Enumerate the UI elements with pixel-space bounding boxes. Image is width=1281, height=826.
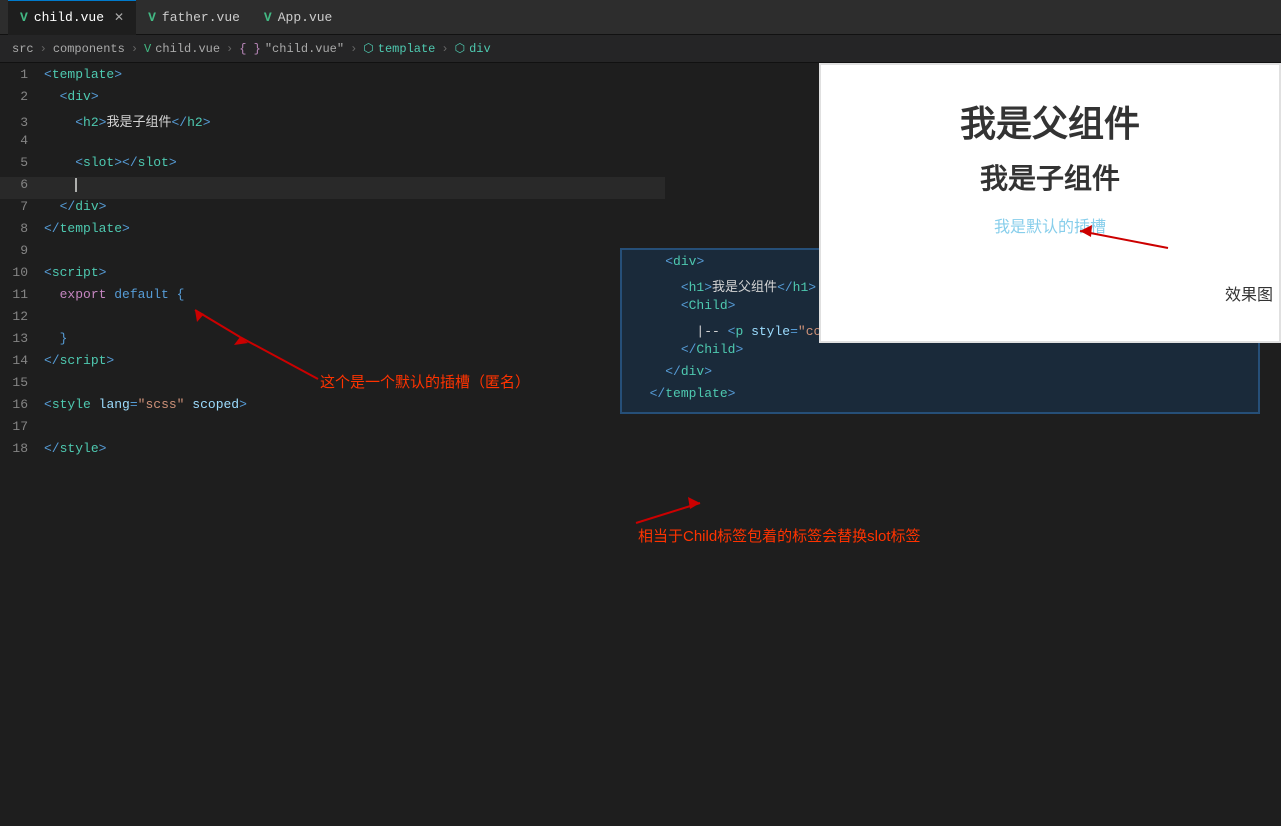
- breadcrumb: src › components › V child.vue › { } "ch…: [0, 35, 1281, 63]
- code-editor-child[interactable]: 1 <template> 2 <div> 3 <h2>我是子组件</h2> 4 …: [0, 63, 665, 763]
- tab-app-label: App.vue: [278, 10, 333, 25]
- main-area: 1 <template> 2 <div> 3 <h2>我是子组件</h2> 4 …: [0, 63, 1281, 763]
- tab-father-vue[interactable]: V father.vue: [136, 0, 252, 35]
- code-line-9: 9: [0, 243, 665, 265]
- breadcrumb-vue-icon: V: [144, 42, 151, 56]
- breadcrumb-template: template: [378, 42, 436, 56]
- tab-child-vue[interactable]: V child.vue ✕: [8, 0, 136, 35]
- tab-child-label: child.vue: [34, 10, 104, 25]
- vue-icon-father: V: [148, 10, 156, 25]
- father-line-6: </div>: [622, 364, 1258, 386]
- breadcrumb-components: components: [53, 42, 125, 56]
- code-line-17: 17: [0, 419, 665, 441]
- tab-father-label: father.vue: [162, 10, 240, 25]
- father-line-5: </Child>: [622, 342, 1258, 364]
- preview-father-title: 我是父组件: [960, 95, 1140, 147]
- code-line-18: 18 </style>: [0, 441, 665, 463]
- code-line-7: 7 </div>: [0, 199, 665, 221]
- code-line-10: 10 <script>: [0, 265, 665, 287]
- annotation-default-slot: 这个是一个默认的插槽（匿名）: [320, 371, 530, 392]
- code-line-13: 13 }: [0, 331, 665, 353]
- preview-panel: 我是父组件 我是子组件 我是默认的插槽: [819, 63, 1281, 343]
- breadcrumb-src: src: [12, 42, 34, 56]
- breadcrumb-div-icon: ⬡: [455, 41, 465, 56]
- code-line-3: 3 <h2>我是子组件</h2>: [0, 111, 665, 133]
- tab-app-vue[interactable]: V App.vue: [252, 0, 344, 35]
- code-line-8: 8 </template>: [0, 221, 665, 243]
- effect-label: 效果图: [1225, 281, 1273, 305]
- preview-slot-text: 我是默认的插槽: [994, 213, 1106, 237]
- code-line-12: 12: [0, 309, 665, 331]
- annotation-replace-slot: 相当于Child标签包着的标签会替换slot标签: [638, 525, 921, 546]
- code-line-16: 16 <style lang="scss" scoped>: [0, 397, 665, 419]
- tab-bar: V child.vue ✕ V father.vue V App.vue: [0, 0, 1281, 35]
- vue-icon-app: V: [264, 10, 272, 25]
- close-tab-child[interactable]: ✕: [114, 10, 124, 25]
- code-line-5: 5 <slot></slot>: [0, 155, 665, 177]
- preview-child-title: 我是子组件: [980, 157, 1120, 197]
- code-line-2: 2 <div>: [0, 89, 665, 111]
- code-line-6: 6: [0, 177, 665, 199]
- vue-icon: V: [20, 10, 28, 25]
- code-line-4: 4: [0, 133, 665, 155]
- breadcrumb-child-name: "child.vue": [265, 42, 344, 56]
- breadcrumb-child-vue: child.vue: [155, 42, 220, 56]
- breadcrumb-tmpl-icon: ⬡: [363, 41, 373, 56]
- code-line-11: 11 export default {: [0, 287, 665, 309]
- code-line-1: 1 <template>: [0, 67, 665, 89]
- breadcrumb-div: div: [469, 42, 491, 56]
- father-line-7: </template>: [622, 386, 1258, 408]
- breadcrumb-obj-icon: { }: [239, 42, 261, 56]
